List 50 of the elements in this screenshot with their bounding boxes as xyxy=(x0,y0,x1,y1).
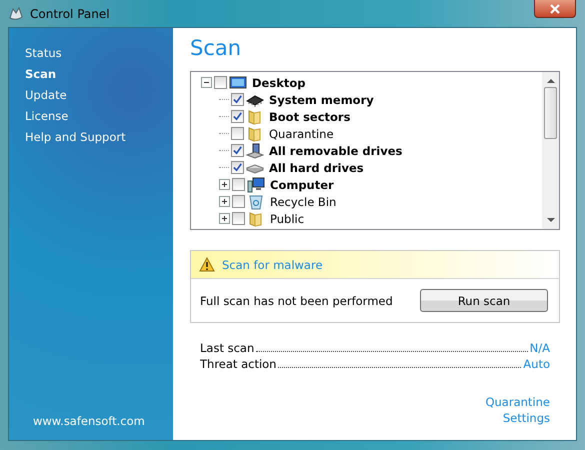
checkbox[interactable] xyxy=(231,127,244,140)
close-button[interactable] xyxy=(534,0,576,18)
tree-item-label[interactable]: Quarantine xyxy=(266,126,334,140)
checkbox[interactable] xyxy=(231,93,244,106)
scroll-up-icon xyxy=(546,78,554,83)
alert-title: Scan for malware xyxy=(222,258,323,272)
sidebar-item[interactable]: License xyxy=(25,109,68,123)
expand-toggle-icon[interactable] xyxy=(219,213,230,224)
checkbox[interactable] xyxy=(231,161,244,174)
tree-item-label[interactable]: Public xyxy=(267,212,304,226)
panel-link[interactable]: Settings xyxy=(502,411,550,425)
expand-toggle-icon[interactable] xyxy=(219,179,230,190)
tree-item-label[interactable]: All removable drives xyxy=(266,144,402,158)
run-scan-button[interactable]: Run scan xyxy=(420,289,548,312)
tree-item-label[interactable]: Desktop xyxy=(249,76,306,90)
monitor-icon xyxy=(229,74,247,90)
window-title: Control Panel xyxy=(30,6,110,20)
info-value-link[interactable]: Auto xyxy=(523,357,550,371)
tree-item-label[interactable]: All hard drives xyxy=(266,160,364,174)
tree-item-label[interactable]: Computer xyxy=(267,178,334,192)
panel-link[interactable]: Quarantine xyxy=(485,395,550,409)
checkbox[interactable] xyxy=(232,212,245,225)
page-heading: Scan xyxy=(190,36,242,62)
sidebar-item[interactable]: Scan xyxy=(25,67,56,81)
scrollbar-thumb[interactable] xyxy=(544,87,557,139)
sidebar-item[interactable]: Status xyxy=(25,46,62,60)
tree-item-label[interactable]: System memory xyxy=(266,92,374,106)
scroll-down-icon xyxy=(546,218,554,223)
expand-toggle-icon[interactable] xyxy=(219,196,230,207)
tree-item-label[interactable]: Recycle Bin xyxy=(267,194,336,208)
collapse-toggle-icon[interactable] xyxy=(201,77,212,88)
checkbox[interactable] xyxy=(232,195,245,208)
alert-message: Full scan has not been performed xyxy=(200,294,393,308)
checkbox[interactable] xyxy=(231,110,244,123)
scrollbar[interactable] xyxy=(542,72,559,229)
close-icon xyxy=(550,4,560,14)
info-label: Threat action xyxy=(200,357,276,371)
tree-item-label[interactable]: Boot sectors xyxy=(266,110,350,124)
sidebar-item[interactable]: Update xyxy=(25,88,67,102)
warning-icon xyxy=(199,257,215,272)
info-value-link[interactable]: N/A xyxy=(530,341,550,355)
computer-icon xyxy=(247,176,265,192)
info-label: Last scan xyxy=(200,341,254,355)
checkbox[interactable] xyxy=(231,144,244,157)
recycle-bin-icon xyxy=(247,194,265,210)
sidebar-item[interactable]: Help and Support xyxy=(25,130,126,144)
app-icon xyxy=(8,6,24,22)
usb-drive-icon xyxy=(246,142,264,158)
checkbox[interactable] xyxy=(214,76,227,89)
checkbox[interactable] xyxy=(232,178,245,191)
